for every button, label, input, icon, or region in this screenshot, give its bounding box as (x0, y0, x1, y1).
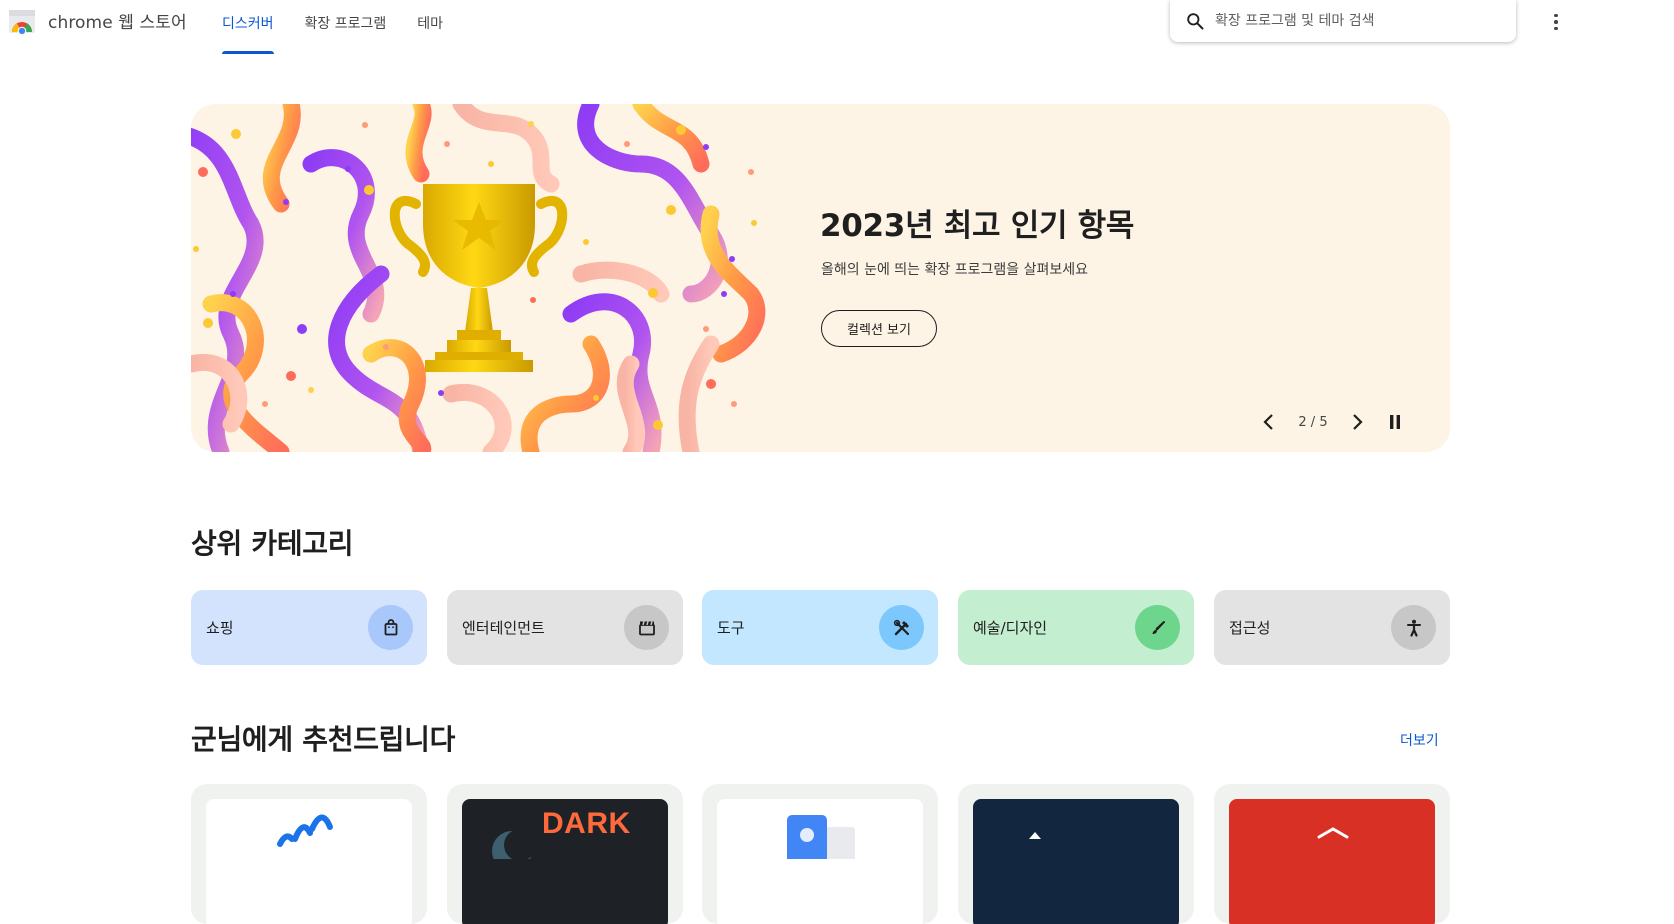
card-thumb-text: DARK (542, 807, 631, 840)
tab-themes-label: 테마 (417, 16, 444, 32)
category-accessibility[interactable]: 접근성 (1214, 590, 1450, 665)
card-thumbnail (717, 799, 923, 924)
see-more-link[interactable]: 더보기 (1400, 730, 1439, 750)
tab-extensions[interactable]: 확장 프로그램 (305, 0, 387, 54)
category-label: 도구 (717, 619, 745, 637)
card-thumbnail: DARK (462, 799, 668, 924)
document-icon (787, 815, 855, 859)
shopping-bag-icon (368, 605, 413, 650)
top-header: chrome 웹 스토어 디스커버 확장 프로그램 테마 (0, 0, 1674, 56)
search-input[interactable] (1215, 13, 1505, 29)
clapperboard-icon (624, 605, 669, 650)
category-entertainment[interactable]: 엔터테인먼트 (447, 590, 683, 665)
tab-themes[interactable]: 테마 (417, 0, 443, 54)
accessibility-icon (1391, 605, 1436, 650)
logo-text: chrome 웹 스토어 (48, 12, 187, 33)
carousel-prev-icon[interactable] (1255, 409, 1283, 435)
signal-waves-icon (277, 814, 333, 847)
carousel-next-icon[interactable] (1343, 409, 1371, 435)
search-box[interactable] (1170, 0, 1516, 42)
dark-thumb-icon (1029, 832, 1041, 839)
search-icon (1187, 13, 1204, 30)
chrome-web-store-logo[interactable]: chrome 웹 스토어 (8, 6, 187, 34)
carousel-pause-icon[interactable] (1381, 409, 1409, 435)
category-label: 접근성 (1229, 619, 1271, 637)
red-thumb-icon (1317, 827, 1349, 839)
main-nav: 디스커버 확장 프로그램 테마 (222, 0, 474, 56)
category-label: 예술/디자인 (973, 619, 1048, 637)
carousel-controls: 2 / 5 (1255, 409, 1409, 435)
top-categories-heading: 상위 카테고리 (191, 527, 354, 560)
category-tools[interactable]: 도구 (702, 590, 938, 665)
recommended-card[interactable] (702, 784, 938, 924)
card-thumbnail (973, 799, 1179, 924)
hero-title: 2023년 최고 인기 항목 (820, 208, 1135, 244)
category-shopping[interactable]: 쇼핑 (191, 590, 427, 665)
category-art-design[interactable]: 예술/디자인 (958, 590, 1194, 665)
card-thumbnail (1229, 799, 1435, 924)
recommended-card[interactable]: DARK (447, 784, 683, 924)
tab-extensions-label: 확장 프로그램 (304, 16, 387, 32)
more-options-icon[interactable] (1546, 10, 1566, 34)
recommended-heading: 군님에게 추천드립니다 (191, 723, 456, 756)
card-thumbnail (206, 799, 412, 924)
tools-icon (879, 605, 924, 650)
trophy-confetti-illustration (191, 104, 766, 452)
tab-discover[interactable]: 디스커버 (222, 0, 274, 54)
hero-banner: 2023년 최고 인기 항목 올해의 눈에 띄는 확장 프로그램을 살펴보세요 … (191, 104, 1450, 452)
tab-discover-label: 디스커버 (222, 16, 274, 32)
hero-subtitle: 올해의 눈에 띄는 확장 프로그램을 살펴보세요 (821, 262, 1088, 278)
trophy-icon (389, 184, 568, 372)
carousel-counter: 2 / 5 (1298, 414, 1328, 430)
view-collection-button[interactable]: 컬렉션 보기 (821, 310, 937, 347)
brush-icon (1135, 605, 1180, 650)
recommended-card[interactable] (958, 784, 1194, 924)
web-store-logo-icon (9, 10, 35, 34)
category-label: 쇼핑 (206, 619, 234, 637)
category-label: 엔터테인먼트 (462, 619, 545, 637)
recommended-card[interactable] (191, 784, 427, 924)
recommended-card[interactable] (1214, 784, 1450, 924)
